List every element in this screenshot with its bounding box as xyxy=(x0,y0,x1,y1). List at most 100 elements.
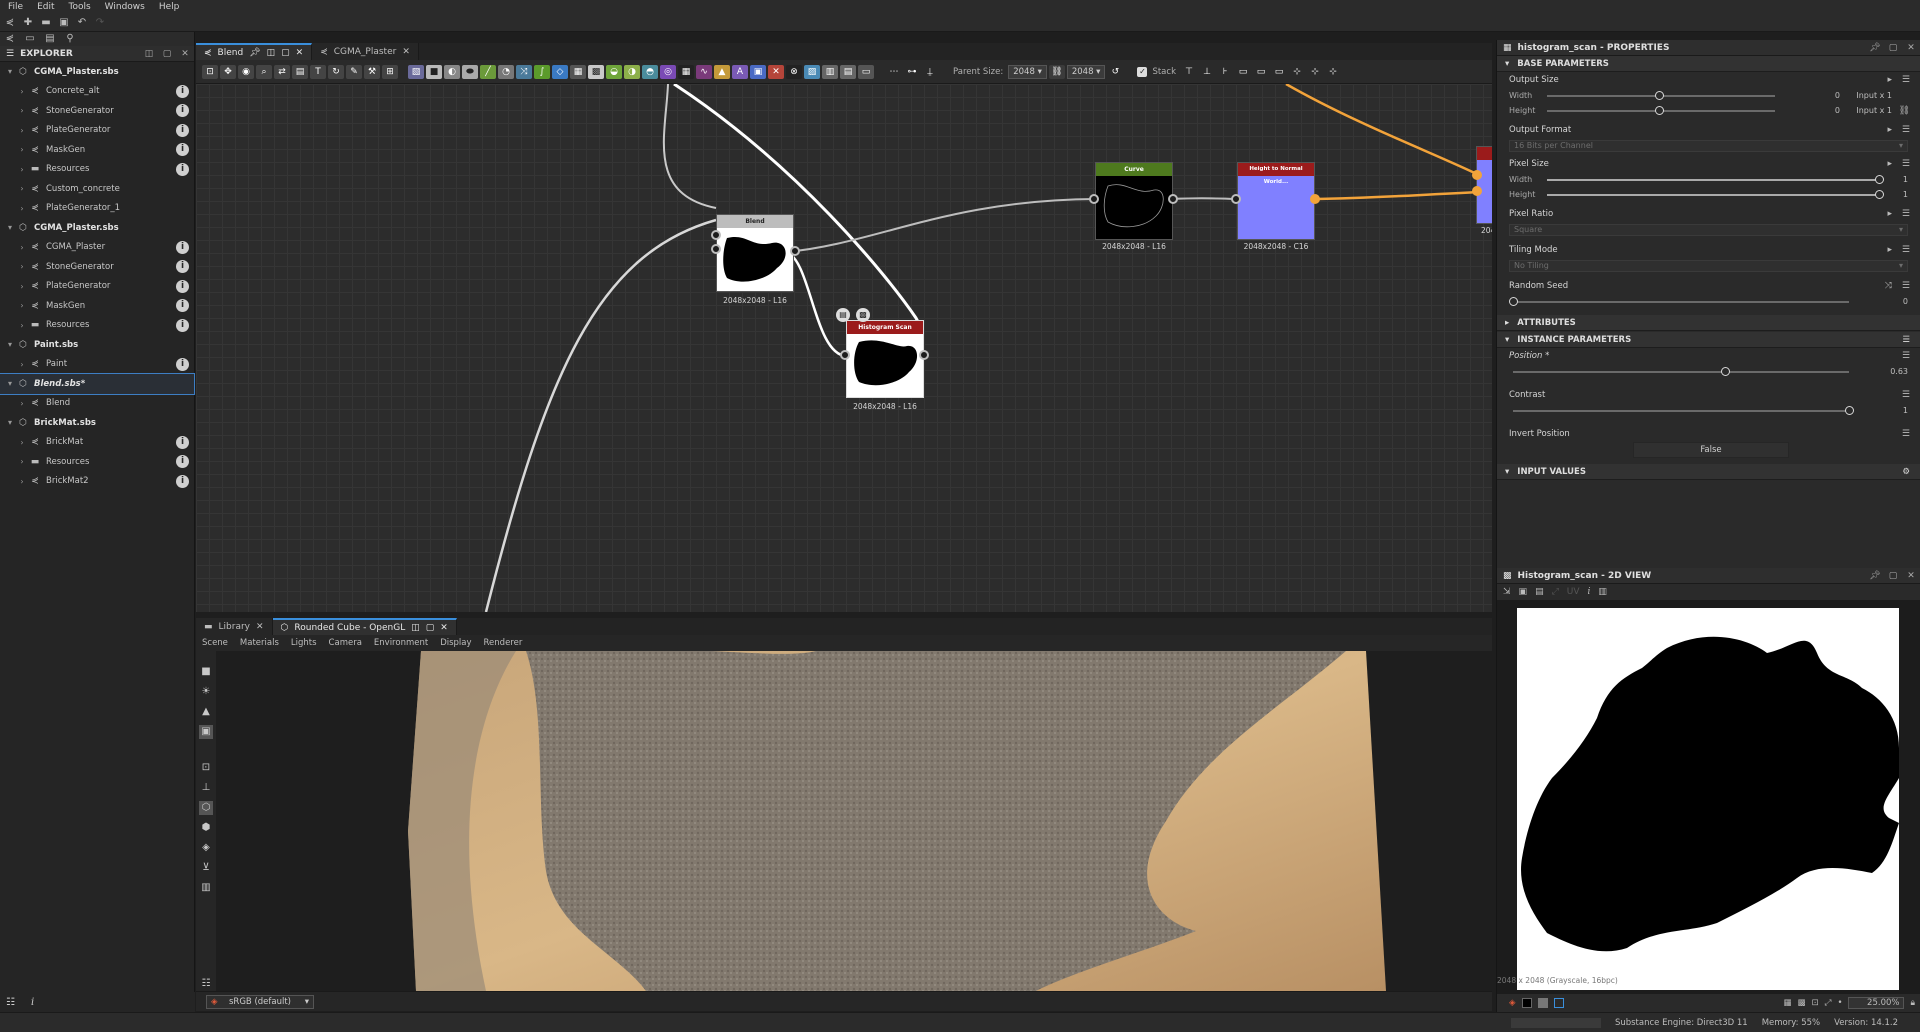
link-chain-icon[interactable]: ⛓ xyxy=(1048,64,1065,79)
port-blend-out[interactable] xyxy=(790,246,800,256)
chevron-down-icon[interactable]: ▾ xyxy=(4,340,16,349)
parent-size-select[interactable]: 2048 ▾ xyxy=(1008,64,1047,79)
info-icon[interactable]: i xyxy=(176,318,189,332)
explorer-item[interactable]: › ⋞ Custom_concrete xyxy=(0,179,194,199)
pencil-icon[interactable]: ✎ xyxy=(346,64,362,79)
contrast-slider[interactable] xyxy=(1513,405,1854,415)
close-icon[interactable]: ✕ xyxy=(440,623,448,633)
atomic-warp-icon[interactable]: ◓ xyxy=(642,64,658,79)
float-icon[interactable]: ◫ xyxy=(411,623,420,633)
info-icon[interactable]: i xyxy=(176,435,189,449)
menu-scene[interactable]: Scene xyxy=(202,638,228,648)
open-folder-icon[interactable]: ▬ xyxy=(40,17,52,29)
output-height-mode[interactable]: Input x 1 xyxy=(1856,106,1892,115)
screenshot-icon[interactable]: ▣ xyxy=(199,725,213,739)
refresh-icon[interactable]: ↻ xyxy=(328,64,344,79)
clean-icon[interactable]: ⚲ xyxy=(64,33,76,45)
slider-knob[interactable] xyxy=(1720,366,1730,376)
output-height-value[interactable]: 0 xyxy=(1835,106,1840,115)
port-partial-in1[interactable] xyxy=(1472,170,1482,180)
dots-left-icon[interactable]: ⋯ xyxy=(886,65,902,79)
inherit-icon[interactable]: ▸ xyxy=(1887,122,1892,138)
explorer-item[interactable]: › ▬ Resources i xyxy=(0,452,194,472)
atomic-shuffle-icon[interactable]: ◎ xyxy=(660,64,676,79)
align-bottom-icon[interactable]: ⊦ xyxy=(1217,65,1233,79)
output-height-slider[interactable] xyxy=(1547,105,1775,115)
undo-icon[interactable]: ↶ xyxy=(76,17,88,29)
bg-black-swatch[interactable] xyxy=(1521,998,1532,1008)
invert-position-toggle[interactable]: False xyxy=(1633,442,1789,458)
reset-icon[interactable]: ↺ xyxy=(1107,65,1123,79)
port-blend-in2[interactable] xyxy=(711,244,721,254)
info-icon[interactable]: i xyxy=(1588,587,1591,597)
close-icon[interactable]: ✕ xyxy=(1902,571,1920,581)
atomic-text-icon[interactable]: A xyxy=(732,64,748,79)
node-partial-output[interactable] xyxy=(1476,146,1492,224)
node-histogram-scan[interactable]: Histogram Scan xyxy=(846,320,924,398)
slider-knob[interactable] xyxy=(1845,405,1854,415)
tile-icon[interactable]: ▩ xyxy=(1797,998,1805,1008)
explorer-item[interactable]: › ⋞ Paint i xyxy=(0,355,194,375)
explorer-item[interactable]: › ⋞ StoneGenerator i xyxy=(0,257,194,277)
explorer-item[interactable]: ▾ ⬡ CGMA_Plaster.sbs xyxy=(0,62,194,82)
chevron-down-icon[interactable]: ▾ xyxy=(4,223,16,232)
settings-icon[interactable]: ☷ xyxy=(199,977,213,991)
tangent-icon[interactable]: ⊻ xyxy=(199,861,213,875)
close-icon[interactable]: ✕ xyxy=(296,48,304,58)
atomic-pin-icon[interactable]: ▥ xyxy=(822,64,838,79)
person-icon[interactable]: ⍊ xyxy=(922,65,938,79)
port-h2n-out[interactable] xyxy=(1310,194,1320,204)
info-icon[interactable]: i xyxy=(176,162,189,176)
atomic-fill-icon[interactable]: ◐ xyxy=(444,64,460,79)
explorer-item[interactable]: ▾ ⬡ Paint.sbs xyxy=(0,335,194,355)
output-width-slider[interactable] xyxy=(1547,90,1775,100)
chevron-right-icon[interactable]: › xyxy=(16,184,28,193)
atomic-comment-icon[interactable]: ▨ xyxy=(804,64,820,79)
bg-checker-swatch[interactable] xyxy=(1553,998,1564,1008)
explorer-item[interactable]: › ⋞ MaskGen i xyxy=(0,296,194,316)
maximize-icon[interactable]: ▢ xyxy=(426,623,435,633)
pin-icon[interactable]: 📌︎ xyxy=(249,48,260,58)
chevron-right-icon[interactable]: › xyxy=(16,399,28,408)
tab-library[interactable]: ▬ Library ✕ xyxy=(196,618,273,635)
link-icon[interactable]: ⇄ xyxy=(274,64,290,79)
random-seed-value[interactable]: 0 xyxy=(1903,297,1908,306)
explorer-item[interactable]: › ⋞ BrickMat2 i xyxy=(0,472,194,492)
atomic-image-icon[interactable]: ▧ xyxy=(408,64,424,79)
section-attributes[interactable]: ▸ ATTRIBUTES xyxy=(1497,315,1920,331)
node-preview-icon[interactable]: ▩ xyxy=(856,308,870,322)
atomic-gradient-map-icon[interactable]: ◑ xyxy=(624,64,640,79)
section-base-parameters[interactable]: ▾ BASE PARAMETERS xyxy=(1497,56,1920,72)
link-icon[interactable]: ⛓ xyxy=(1899,106,1910,116)
explorer-item[interactable]: › ⋞ PlateGenerator i xyxy=(0,121,194,141)
search-icon[interactable]: ⌕ xyxy=(256,64,272,79)
graph-icon[interactable]: ⋞ xyxy=(4,33,16,45)
info-icon[interactable]: i xyxy=(176,474,189,488)
atomic-frame-icon[interactable]: ▣ xyxy=(750,64,766,79)
chevron-right-icon[interactable]: › xyxy=(16,204,28,213)
grid-icon[interactable]: ▦ xyxy=(1783,998,1791,1008)
info-icon[interactable]: i xyxy=(176,279,189,293)
explorer-item[interactable]: › ▬ Resources i xyxy=(0,316,194,336)
video-camera-icon[interactable]: ■ xyxy=(199,665,213,679)
frame-icon[interactable]: ⊡ xyxy=(199,761,213,775)
explorer-item[interactable]: › ⋞ PlateGenerator i xyxy=(0,277,194,297)
tab-cgma-plaster[interactable]: ⋞ CGMA_Plaster ✕ xyxy=(312,43,419,60)
pixel-width-slider[interactable] xyxy=(1547,174,1884,184)
export-icon[interactable]: ⇲ xyxy=(1503,587,1511,597)
atomic-grid-icon[interactable]: ▦ xyxy=(570,64,586,79)
maximize-icon[interactable]: ▢ xyxy=(158,49,176,59)
info-icon[interactable]: i xyxy=(176,143,189,157)
atomic-output-icon[interactable]: ⊗ xyxy=(786,64,802,79)
atomic-uniform-icon[interactable]: ■ xyxy=(426,64,442,79)
pixel-ratio-select[interactable]: Square ▾ xyxy=(1509,224,1908,236)
port-curve-in[interactable] xyxy=(1089,194,1099,204)
info-icon[interactable]: i xyxy=(176,299,189,313)
chevron-right-icon[interactable]: › xyxy=(16,282,28,291)
chevron-right-icon[interactable]: › xyxy=(16,321,28,330)
layers-icon[interactable]: ◈ xyxy=(199,841,213,855)
layers-icon[interactable]: ▤ xyxy=(292,64,308,79)
chevron-down-icon[interactable]: ▾ xyxy=(4,67,16,76)
section-input-values[interactable]: ▾ INPUT VALUES ⚙ xyxy=(1497,464,1920,480)
float-icon[interactable]: ◫ xyxy=(140,49,158,59)
